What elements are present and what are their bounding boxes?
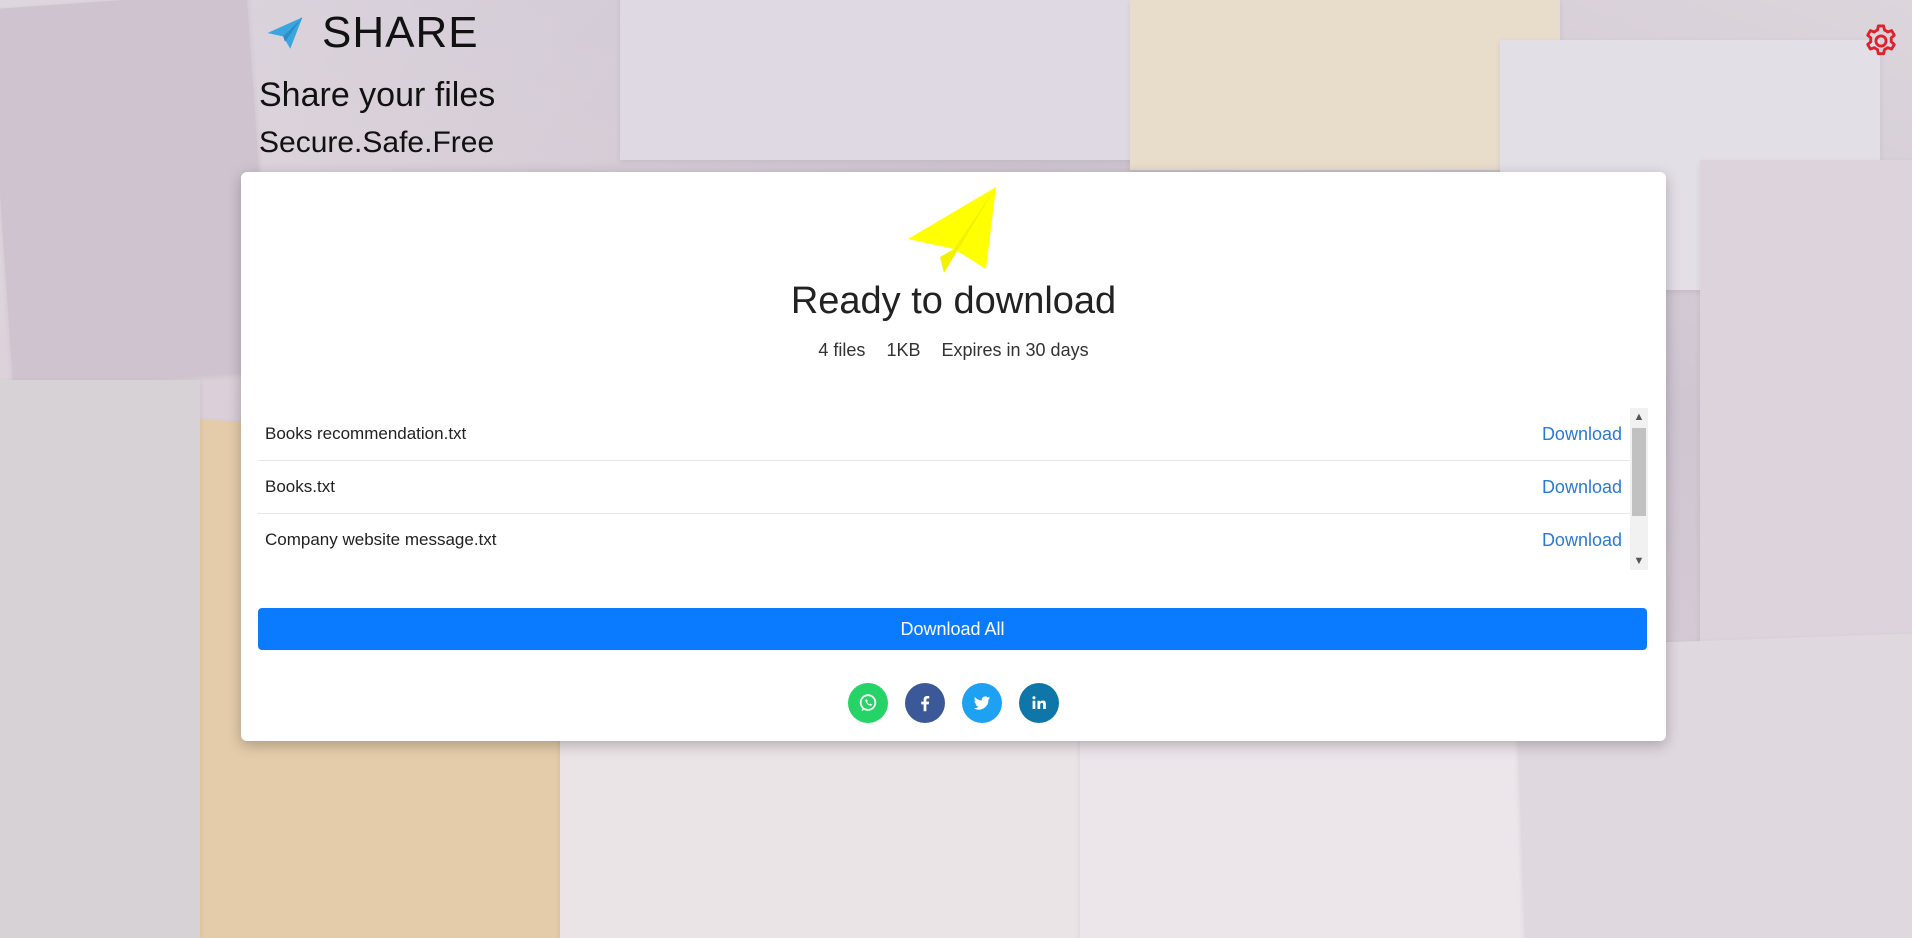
- file-name: Company website message.txt: [265, 530, 497, 549]
- total-size: 1KB: [886, 340, 921, 360]
- paper-plane-icon: [267, 17, 303, 49]
- file-name: Books.txt: [265, 477, 335, 496]
- download-link[interactable]: Download: [1542, 424, 1622, 445]
- file-count: 4 files: [818, 340, 866, 360]
- file-list[interactable]: Books recommendation.txt Download Books.…: [258, 408, 1630, 566]
- download-card: Ready to download 4 files 1KB Expires in…: [241, 172, 1666, 741]
- file-row: Books.txt Download: [258, 461, 1630, 514]
- whatsapp-icon: [859, 694, 877, 712]
- social-share: [241, 683, 1666, 723]
- file-row: Company website message.txt Download: [258, 514, 1630, 566]
- scroll-thumb[interactable]: [1632, 428, 1646, 516]
- file-row: Books recommendation.txt Download: [258, 408, 1630, 461]
- sub-tagline: Secure.Safe.Free: [259, 126, 495, 159]
- facebook-icon: [921, 695, 930, 712]
- facebook-button[interactable]: [905, 683, 945, 723]
- gear-icon[interactable]: [1862, 22, 1900, 60]
- expiry-text: Expires in 30 days: [941, 340, 1089, 360]
- twitter-button[interactable]: [962, 683, 1002, 723]
- transfer-meta: 4 files 1KB Expires in 30 days: [241, 340, 1666, 361]
- scroll-down-icon[interactable]: ▼: [1630, 552, 1648, 570]
- download-link[interactable]: Download: [1542, 530, 1622, 551]
- linkedin-icon: [1032, 696, 1046, 709]
- ready-title: Ready to download: [790, 280, 1117, 322]
- tagline: Share your files: [259, 76, 496, 114]
- paper-plane-icon: [908, 187, 996, 273]
- linkedin-button[interactable]: [1019, 683, 1059, 723]
- brand-title: SHARE: [322, 8, 479, 57]
- twitter-icon: [973, 696, 991, 710]
- scroll-up-icon[interactable]: ▲: [1630, 408, 1648, 426]
- download-link[interactable]: Download: [1542, 477, 1622, 498]
- download-all-button[interactable]: Download All: [258, 608, 1647, 650]
- file-name: Books recommendation.txt: [265, 424, 467, 443]
- whatsapp-button[interactable]: [848, 683, 888, 723]
- brand[interactable]: SHARE: [264, 8, 479, 58]
- file-list-scrollbar[interactable]: ▲ ▼: [1630, 408, 1648, 570]
